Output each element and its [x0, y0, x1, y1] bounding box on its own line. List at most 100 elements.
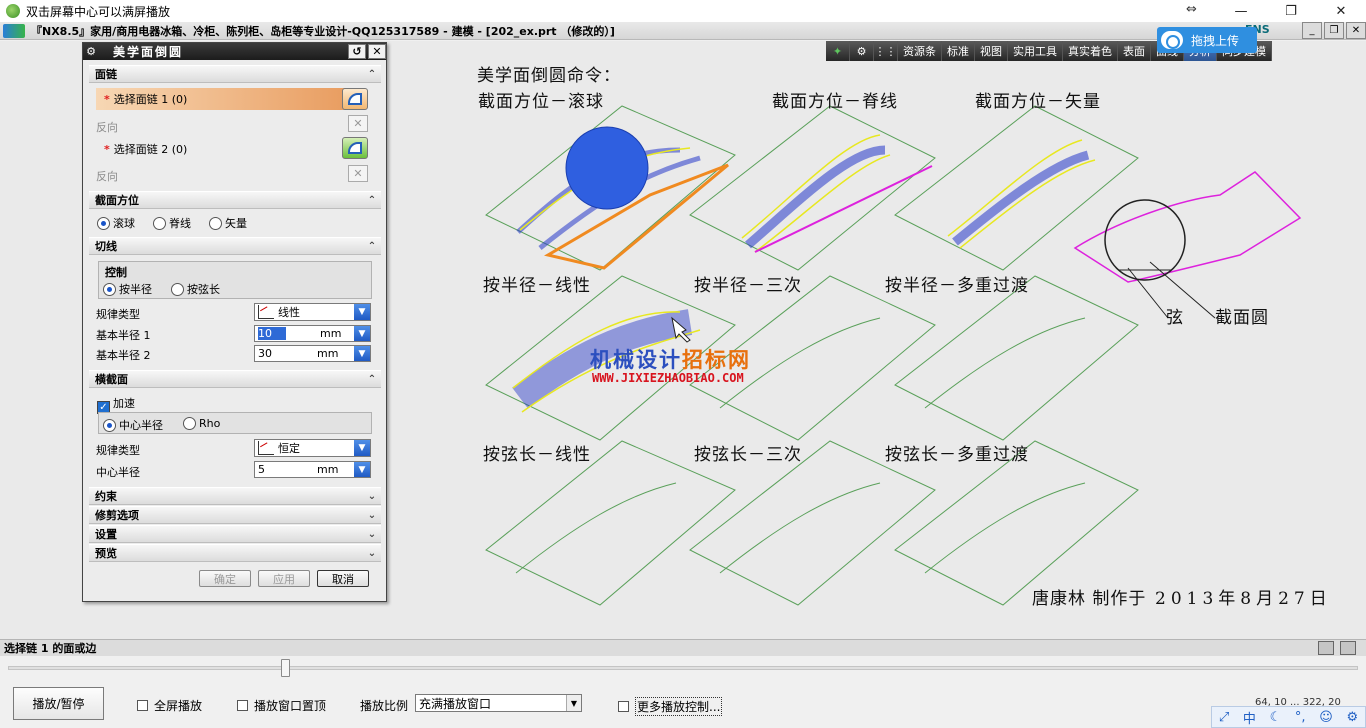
grid-icon[interactable]: ⋮⋮	[874, 41, 898, 61]
window-ontop-checkbox[interactable]: 播放窗口置顶	[237, 697, 326, 714]
select-face-chain-2[interactable]: * 选择面链 2 (0)	[96, 138, 360, 160]
fullscreen-checkbox[interactable]: 全屏播放	[137, 697, 202, 714]
section-orientation[interactable]: 截面方位 ⌃	[89, 191, 381, 209]
chevron-down-icon[interactable]: ▼	[354, 304, 370, 320]
chevron-up-icon[interactable]: ⌃	[363, 69, 381, 80]
tab-view[interactable]: 视图	[975, 41, 1008, 61]
more-controls-checkbox[interactable]: 更多播放控制...	[618, 697, 723, 716]
cs-law-type-value: 恒定	[278, 442, 300, 455]
center-radius-field[interactable]: 5 mm ▼	[254, 461, 371, 478]
tab-utilities[interactable]: 实用工具	[1008, 41, 1063, 61]
base-radius-2-value[interactable]: 30	[255, 347, 317, 360]
play-pause-button[interactable]: 播放/暂停	[13, 687, 104, 720]
section-preview[interactable]: 预览 ⌄	[89, 544, 381, 562]
tab-standard[interactable]: 标准	[942, 41, 975, 61]
tab-surface[interactable]: 表面	[1118, 41, 1151, 61]
watermark-title-a: 机械设计	[590, 348, 682, 372]
center-radius-label: 中心半径	[96, 466, 140, 479]
cs-law-type-select[interactable]: 恒定 ▼	[254, 439, 371, 457]
nx-minimize-icon[interactable]: _	[1302, 22, 1322, 39]
ok-button[interactable]: 确定	[199, 570, 251, 587]
tab-true-shading[interactable]: 真实着色	[1063, 41, 1118, 61]
section-settings-label: 设置	[95, 528, 117, 541]
center-radius-unit: mm	[317, 463, 339, 476]
label-spine: 截面方位－脊线	[772, 92, 898, 112]
label-radius-linear: 按半径－线性	[483, 276, 591, 296]
reverse-direction-1-icon[interactable]: ✕	[348, 115, 368, 132]
law-type-select[interactable]: 线性 ▼	[254, 303, 371, 321]
apply-button[interactable]: 应用	[258, 570, 310, 587]
status-view-icon[interactable]	[1318, 641, 1334, 655]
dropdown-arrow-icon[interactable]: ▼	[354, 462, 370, 477]
nx-window-title: 『NX8.5』家用/商用电器冰箱、冷柜、陈列柜、岛柜等专业设计-QQ125317…	[31, 24, 615, 38]
nx-restore-icon[interactable]: ❐	[1324, 22, 1344, 39]
face-select-green-icon[interactable]	[342, 137, 368, 159]
chevron-down-icon[interactable]: ⌄	[363, 510, 381, 521]
base-radius-1-field[interactable]: 10 mm ▼	[254, 325, 371, 342]
reset-icon[interactable]: ↺	[348, 44, 366, 59]
settings-gear-icon[interactable]: ⚙	[850, 41, 874, 61]
section-constraints[interactable]: 约束 ⌄	[89, 487, 381, 505]
ime-indicator[interactable]: 中	[1243, 708, 1256, 727]
chevron-down-icon[interactable]: ▼	[566, 695, 581, 711]
orient-roll-ball-radio[interactable]: 滚球	[97, 215, 135, 231]
section-face-chain[interactable]: 面链 ⌃	[89, 65, 381, 83]
orient-vector-radio[interactable]: 矢量	[209, 215, 247, 231]
surface-radius-multi	[894, 275, 1139, 441]
chevron-up-icon[interactable]: ⌃	[363, 241, 381, 252]
drag-upload-button[interactable]: 拖拽上传	[1157, 27, 1257, 53]
dialog-settings-icon[interactable]: ⚙	[83, 45, 99, 58]
tray-shrink-icon[interactable]: ⤢	[1219, 710, 1229, 725]
seek-bar[interactable]	[8, 666, 1358, 670]
face-select-orange-icon[interactable]	[342, 88, 368, 110]
dialog-close-icon[interactable]: ✕	[368, 44, 386, 59]
cs-law-type-label: 规律类型	[96, 444, 140, 457]
user-icon[interactable]: ☺	[1319, 710, 1333, 725]
status-fit-icon[interactable]	[1340, 641, 1356, 655]
orient-spine-radio[interactable]: 脊线	[153, 215, 191, 231]
render-icon[interactable]: ✦	[826, 41, 850, 61]
player-logo-icon	[6, 4, 20, 18]
chevron-down-icon[interactable]: ⌄	[363, 548, 381, 559]
base-radius-1-value[interactable]: 10	[258, 327, 286, 340]
surface-chord-linear	[485, 440, 736, 606]
cancel-button[interactable]: 取消	[317, 570, 369, 587]
tab-resource-bar[interactable]: 资源条	[898, 41, 942, 61]
chevron-down-icon[interactable]: ▼	[354, 440, 370, 456]
nx-close-icon[interactable]: ✕	[1346, 22, 1366, 39]
section-trim-options[interactable]: 修剪选项 ⌄	[89, 506, 381, 524]
maximize-icon[interactable]: ❐	[1266, 0, 1316, 22]
center-radius-value[interactable]: 5	[255, 463, 317, 476]
chevron-up-icon[interactable]: ⌃	[363, 374, 381, 385]
minimize-icon[interactable]: —	[1216, 0, 1266, 22]
status-bar: 选择链 1 的面或边	[0, 639, 1366, 656]
center-radius-radio[interactable]: 中心半径	[103, 417, 163, 433]
chevron-up-icon[interactable]: ⌃	[363, 195, 381, 206]
seek-thumb[interactable]	[280, 659, 290, 677]
section-settings[interactable]: 设置 ⌄	[89, 525, 381, 543]
tray-gear-icon[interactable]: ⚙	[1346, 710, 1358, 725]
rho-radio[interactable]: Rho	[183, 417, 220, 430]
control-by-chord-radio[interactable]: 按弦长	[171, 281, 220, 297]
dropdown-arrow-icon[interactable]: ▼	[354, 346, 370, 361]
scale-select[interactable]: 充满播放窗口 ▼	[415, 694, 582, 712]
reverse-direction-2-icon[interactable]: ✕	[348, 165, 368, 182]
dropdown-arrow-icon[interactable]: ▼	[354, 326, 370, 341]
chevron-down-icon[interactable]: ⌄	[363, 529, 381, 540]
control-by-radius-radio[interactable]: 按半径	[103, 281, 152, 297]
center-radius-option-label: 中心半径	[119, 419, 163, 432]
select-face-chain-1[interactable]: * 选择面链 1 (0)	[96, 88, 360, 110]
label-vector: 截面方位－矢量	[975, 92, 1101, 112]
chevron-down-icon[interactable]: ⌄	[363, 491, 381, 502]
author-credit: 唐康林 制作于	[1032, 589, 1147, 609]
linear-law-icon	[258, 305, 274, 319]
expand-arrows-icon[interactable]: ⇔	[1186, 2, 1197, 17]
watermark-title: 机械设计招标网	[590, 344, 751, 374]
punctuation-icon[interactable]: °,	[1295, 710, 1306, 725]
moon-icon[interactable]: ☾	[1270, 710, 1282, 725]
section-cross-section[interactable]: 横截面 ⌃	[89, 370, 381, 388]
close-icon[interactable]: ✕	[1316, 0, 1366, 22]
section-tangent[interactable]: 切线 ⌃	[89, 237, 381, 255]
base-radius-2-field[interactable]: 30 mm ▼	[254, 345, 371, 362]
section-cross-section-label: 横截面	[95, 373, 128, 386]
